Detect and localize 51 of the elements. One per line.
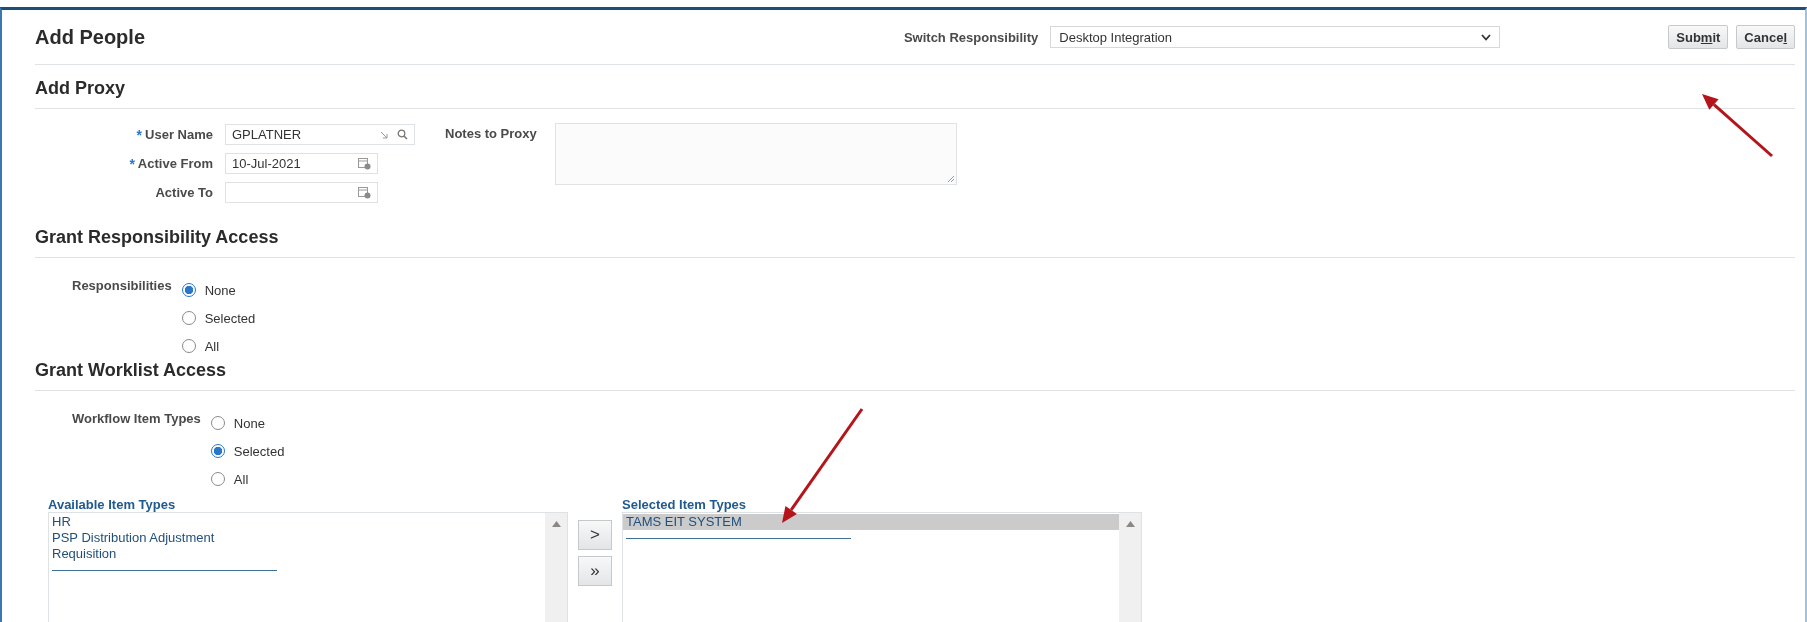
- field-label: * Active From: [128, 155, 214, 172]
- field-label: * User Name: [135, 126, 214, 143]
- calendar-icon[interactable]: [358, 157, 371, 170]
- radio-button[interactable]: [181, 283, 196, 297]
- radio-label[interactable]: Selected: [233, 443, 285, 459]
- list-item[interactable]: PSP Distribution Adjustment: [49, 530, 545, 546]
- calendar-icon[interactable]: [358, 186, 371, 199]
- input-field[interactable]: [225, 182, 378, 203]
- annotation-arrow: [1702, 94, 1773, 158]
- radio-group-label: Responsibilities: [72, 277, 172, 295]
- submit-button[interactable]: Submit: [1668, 25, 1729, 49]
- expand-icon[interactable]: [379, 129, 389, 140]
- field-label: Notes to Proxy: [445, 125, 538, 143]
- radio-label[interactable]: All: [204, 338, 220, 354]
- radio-button[interactable]: [210, 472, 225, 486]
- list-title: Available Item Types: [48, 497, 177, 512]
- move-button[interactable]: >: [578, 520, 612, 550]
- page-title: Add People: [35, 25, 146, 49]
- radio-label[interactable]: None: [204, 282, 236, 298]
- radio-label[interactable]: Selected: [204, 310, 256, 326]
- chevron-down-icon: [1481, 33, 1492, 41]
- input-field[interactable]: 10-Jul-2021: [225, 153, 378, 174]
- selected-list[interactable]: TAMS EIT SYSTEM: [622, 512, 1142, 622]
- list-item[interactable]: Requisition: [49, 546, 545, 562]
- required-icon: *: [136, 126, 143, 143]
- section-heading: Grant Worklist Access: [35, 351, 1795, 391]
- responsibility-select[interactable]: Desktop Integration: [1050, 26, 1501, 48]
- radio-button[interactable]: [181, 311, 196, 325]
- radio-group-label: Workflow Item Types: [72, 410, 201, 428]
- search-icon[interactable]: [397, 129, 408, 140]
- notes-field[interactable]: [555, 123, 957, 185]
- radio-label[interactable]: All: [233, 471, 249, 487]
- list-item[interactable]: HR: [49, 514, 545, 530]
- available-list[interactable]: HR PSP Distribution Adjustment Requisition: [48, 512, 568, 622]
- cancel-button[interactable]: Cancel: [1736, 25, 1795, 49]
- move-all-button[interactable]: »: [578, 556, 612, 586]
- input-field[interactable]: GPLATNER: [225, 124, 415, 145]
- list-title: Selected Item Types: [622, 497, 748, 512]
- radio-button[interactable]: [210, 444, 225, 458]
- list-item[interactable]: TAMS EIT SYSTEM: [623, 514, 1119, 530]
- switch-responsibility-label: Switch Responsibility: [903, 29, 1039, 45]
- required-icon: *: [129, 155, 135, 172]
- resize-grip-icon[interactable]: [947, 175, 954, 182]
- radio-button[interactable]: [210, 416, 225, 430]
- scroll-up-icon[interactable]: [551, 521, 561, 527]
- section-heading: Grant Responsibility Access: [35, 214, 1795, 258]
- field-label: Active To: [154, 185, 214, 200]
- radio-label[interactable]: None: [233, 415, 265, 431]
- scroll-up-icon[interactable]: [1125, 521, 1135, 527]
- radio-button[interactable]: [181, 339, 196, 353]
- section-heading: Add Proxy: [35, 65, 1795, 109]
